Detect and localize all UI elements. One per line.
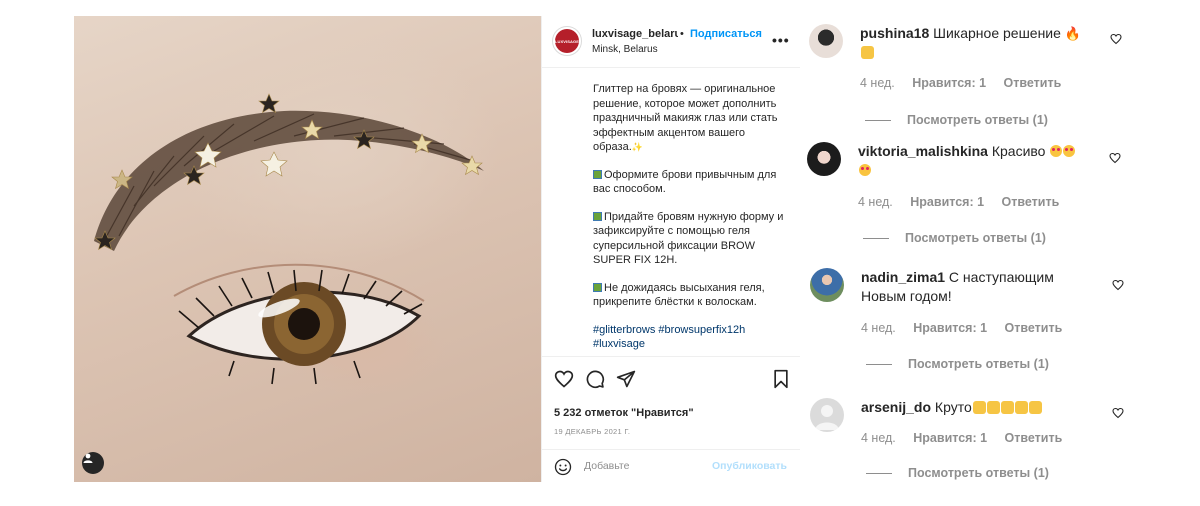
- raised-hands-icon: [861, 46, 874, 59]
- paper-plane-icon[interactable]: [616, 369, 636, 389]
- post-location[interactable]: Minsk, Belarus: [592, 44, 658, 55]
- comment-meta: 4 нед. Нравится: 1 Ответить: [861, 321, 1076, 335]
- raised-hands-icon: [972, 401, 986, 414]
- author-username[interactable]: luxvisage_belarus: [592, 28, 678, 40]
- comment-bubble-icon[interactable]: [585, 369, 605, 389]
- post-panel: LUXVISAGE luxvisage_belarus • Подписатьс…: [541, 16, 800, 482]
- caption-paragraph: Придайте бровям нужную форму и зафиксиру…: [593, 210, 784, 267]
- replies-divider: [866, 472, 892, 474]
- post-date[interactable]: 19 ДЕКАБРЬ 2021 Г.: [554, 427, 630, 436]
- raised-hands-icon: [986, 401, 1000, 414]
- comment-meta: 4 нед. Нравится: 1 Ответить: [861, 431, 1076, 445]
- reply-button[interactable]: Ответить: [1004, 76, 1062, 90]
- caption-paragraph: Глиттер на бровях — оригинальное решение…: [593, 83, 778, 153]
- framed-picture-icon: [593, 282, 602, 292]
- post-actions: 5 232 отметок "Нравится" 19 ДЕКАБРЬ 2021…: [542, 356, 800, 482]
- eyebrow-glitter-illustration: [94, 93, 484, 385]
- heart-eyes-icon: [1050, 145, 1063, 157]
- commenter-avatar[interactable]: [810, 398, 844, 432]
- brand-logo-text: LUXVISAGE: [555, 38, 580, 44]
- comments-list: pushina18 Шикарное решение 🔥 4 нед. Нрав…: [799, 16, 1139, 496]
- heart-outline-icon[interactable]: [1109, 152, 1121, 164]
- caption-paragraph: Оформите брови привычным для вас способо…: [593, 168, 777, 196]
- post-caption: Глиттер на бровях — оригинальное решение…: [593, 82, 793, 365]
- comment-username[interactable]: nadin_zima1: [861, 269, 945, 285]
- comment-text: arsenij_do Круто: [861, 398, 1101, 417]
- post-photo[interactable]: [74, 16, 541, 482]
- comment-age[interactable]: 4 нед.: [858, 195, 893, 209]
- heart-eyes-icon: [1063, 145, 1076, 157]
- comment-input[interactable]: [584, 458, 704, 474]
- comment-likes[interactable]: Нравится: 1: [913, 431, 987, 445]
- post-header: LUXVISAGE luxvisage_belarus • Подписатьс…: [542, 16, 800, 68]
- comment-username[interactable]: arsenij_do: [861, 399, 931, 415]
- view-replies-button[interactable]: Посмотреть ответы (1): [863, 231, 1046, 245]
- person-icon: [83, 453, 93, 463]
- heart-outline-icon[interactable]: [1112, 407, 1124, 419]
- reply-button[interactable]: Ответить: [1005, 431, 1063, 445]
- comment-body: Круто: [934, 399, 972, 415]
- comment-username[interactable]: viktoria_malishkina: [858, 143, 988, 159]
- comment-text: viktoria_malishkina Красиво: [858, 142, 1098, 180]
- hashtags-link[interactable]: #glitterbrows #browsuperfix12h #luxvisag…: [593, 323, 793, 352]
- bookmark-icon[interactable]: [772, 369, 790, 389]
- sparkle-icon: ✨: [631, 142, 643, 152]
- view-replies-button[interactable]: Посмотреть ответы (1): [865, 113, 1048, 127]
- comment-age[interactable]: 4 нед.: [861, 431, 896, 445]
- comment-likes[interactable]: Нравится: 1: [910, 195, 984, 209]
- more-options-button[interactable]: •••: [772, 32, 790, 48]
- likes-count[interactable]: 5 232 отметок "Нравится": [554, 407, 694, 419]
- view-replies-label: Посмотреть ответы (1): [905, 231, 1046, 245]
- comment-likes[interactable]: Нравится: 1: [913, 321, 987, 335]
- add-comment-bar: Опубликовать: [542, 449, 800, 483]
- reply-button[interactable]: Ответить: [1005, 321, 1063, 335]
- view-replies-button[interactable]: Посмотреть ответы (1): [866, 357, 1049, 371]
- fire-icon: 🔥: [1064, 26, 1081, 41]
- framed-picture-icon: [593, 211, 602, 221]
- commenter-avatar[interactable]: [807, 142, 841, 176]
- author-avatar[interactable]: LUXVISAGE: [552, 26, 582, 56]
- raised-hands-icon: [1000, 401, 1014, 414]
- smiley-icon[interactable]: [554, 458, 572, 476]
- follow-button[interactable]: Подписаться: [690, 28, 762, 40]
- heart-outline-icon[interactable]: [554, 369, 574, 389]
- commenter-avatar[interactable]: [810, 268, 844, 302]
- replies-divider: [865, 119, 891, 121]
- commenter-avatar[interactable]: [809, 24, 843, 58]
- raised-hands-icon: [1028, 401, 1042, 414]
- brand-logo: LUXVISAGE: [555, 29, 579, 53]
- heart-outline-icon[interactable]: [1112, 279, 1124, 291]
- comment-username[interactable]: pushina18: [860, 25, 929, 41]
- publish-button[interactable]: Опубликовать: [712, 460, 787, 472]
- view-replies-label: Посмотреть ответы (1): [908, 357, 1049, 371]
- raised-hands-icon: [1014, 401, 1028, 414]
- comment-text: nadin_zima1 С наступающим Новым годом!: [861, 268, 1101, 306]
- view-replies-label: Посмотреть ответы (1): [907, 113, 1048, 127]
- reply-button[interactable]: Ответить: [1002, 195, 1060, 209]
- replies-divider: [866, 363, 892, 365]
- comment-meta: 4 нед. Нравится: 1 Ответить: [858, 195, 1073, 209]
- comment-likes[interactable]: Нравится: 1: [912, 76, 986, 90]
- replies-divider: [863, 237, 889, 239]
- default-avatar-icon: [815, 405, 839, 430]
- comment-meta: 4 нед. Нравится: 1 Ответить: [860, 76, 1075, 90]
- comment-text: pushina18 Шикарное решение 🔥: [860, 24, 1100, 62]
- view-replies-label: Посмотреть ответы (1): [908, 466, 1049, 480]
- comment-age[interactable]: 4 нед.: [861, 321, 896, 335]
- heart-eyes-icon: [859, 164, 871, 176]
- user-tag-button[interactable]: [82, 452, 104, 474]
- comment-body: Красиво: [991, 143, 1046, 159]
- comment-body: Шикарное решение: [933, 25, 1061, 41]
- header-separator: •: [680, 28, 684, 40]
- comment-age[interactable]: 4 нед.: [860, 76, 895, 90]
- view-replies-button[interactable]: Посмотреть ответы (1): [866, 466, 1049, 480]
- caption-paragraph: Не дожидаясь высыхания геля, прикрепите …: [593, 281, 765, 309]
- heart-outline-icon[interactable]: [1110, 33, 1122, 45]
- framed-picture-icon: [593, 169, 602, 179]
